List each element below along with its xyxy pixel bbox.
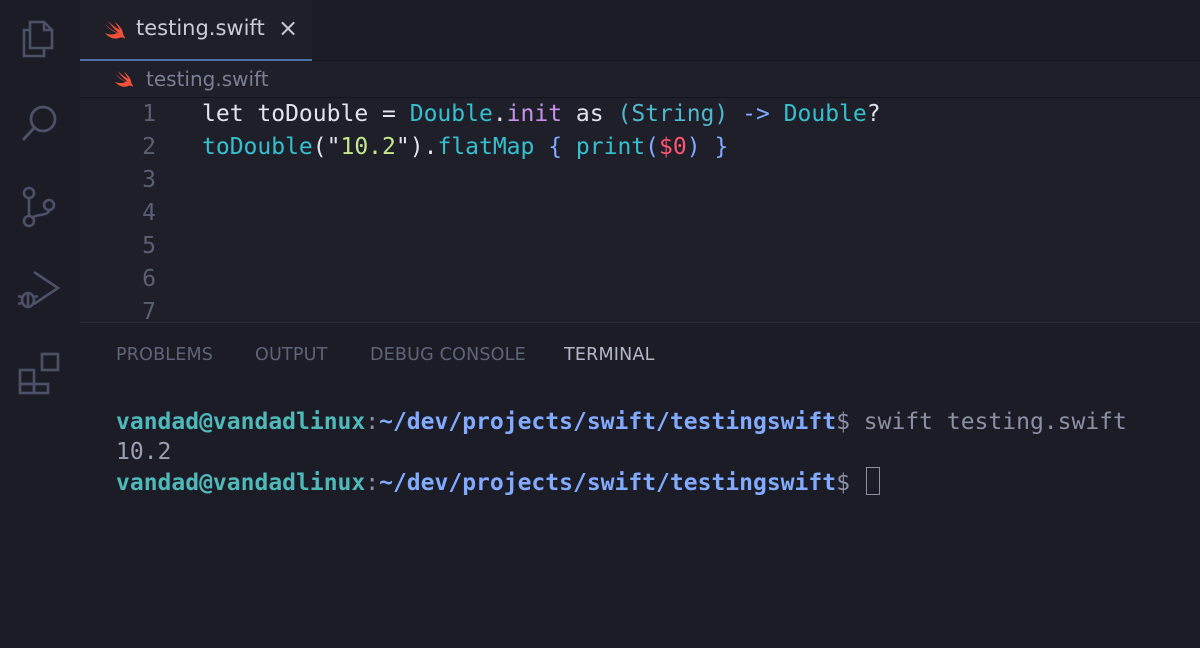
line-code: toDouble("10.2").flatMap { print($0) }	[202, 131, 728, 164]
code-line[interactable]: 4	[80, 197, 1200, 230]
code-token: }	[700, 134, 729, 160]
code-token: Double	[783, 101, 867, 127]
code-token: let	[202, 101, 258, 127]
code-token: )	[714, 101, 729, 127]
line-number: 1	[142, 101, 156, 127]
line-number: 5	[142, 233, 156, 259]
code-token: Double	[409, 101, 493, 127]
code-token: print	[575, 134, 646, 160]
code-token: ")	[395, 134, 424, 160]
code-token: ("	[312, 134, 341, 160]
breadcrumb-file[interactable]: testing.swift	[146, 67, 269, 91]
terminal-prompt-separator: :	[365, 409, 380, 435]
terminal-line: vandad@vandadlinux:~/dev/projects/swift/…	[116, 407, 1127, 437]
breadcrumb: testing.swift	[80, 61, 1200, 98]
code-token: .	[492, 101, 507, 127]
tab-terminal[interactable]: TERMINAL	[564, 345, 655, 365]
code-token: =	[368, 101, 410, 127]
terminal-prompt-symbol: $	[836, 409, 850, 435]
editor-tab-bar: testing.swift ×	[80, 0, 1200, 61]
line-number: 6	[142, 266, 156, 292]
code-token: as	[562, 101, 618, 127]
code-line[interactable]: 6	[80, 263, 1200, 296]
terminal-prompt-path: ~/dev/projects/swift/testingswift	[379, 470, 837, 496]
run-debug-icon[interactable]	[16, 266, 62, 312]
code-token: 10.2	[340, 134, 396, 160]
code-token: .	[423, 134, 438, 160]
tab-output[interactable]: OUTPUT	[255, 345, 328, 365]
source-control-icon[interactable]	[16, 184, 62, 230]
code-token: toDouble	[202, 134, 313, 160]
activity-bar	[0, 0, 80, 647]
code-editor[interactable]: 1 let toDouble = Double.init as (String) …	[80, 98, 1200, 322]
close-icon[interactable]: ×	[276, 16, 300, 40]
code-token: ->	[728, 101, 784, 127]
extensions-icon[interactable]	[16, 350, 62, 396]
code-line[interactable]: 5	[80, 230, 1200, 263]
code-token: toDouble	[257, 101, 369, 127]
code-token: {	[534, 134, 576, 160]
code-token: (	[645, 134, 660, 160]
line-number: 3	[142, 167, 156, 193]
code-token: (	[617, 101, 632, 127]
code-token: $0	[659, 134, 687, 160]
terminal-cursor	[865, 467, 880, 495]
terminal-prompt-path: ~/dev/projects/swift/testingswift	[379, 409, 837, 435]
code-token: ?	[866, 101, 881, 127]
terminal-prompt-separator: :	[365, 470, 380, 496]
line-number: 4	[142, 200, 156, 226]
tab-problems[interactable]: PROBLEMS	[116, 345, 213, 365]
tab-testing-swift[interactable]: testing.swift ×	[80, 0, 312, 61]
code-line[interactable]: 1 let toDouble = Double.init as (String) …	[80, 98, 1200, 131]
files-icon[interactable]	[16, 16, 62, 62]
code-line[interactable]: 3	[80, 164, 1200, 197]
swift-icon	[115, 70, 133, 88]
code-token: String	[631, 101, 715, 127]
terminal-prompt-user: vandad@vandadlinux	[116, 470, 366, 496]
bottom-panel: PROBLEMS OUTPUT DEBUG CONSOLE TERMINAL v…	[80, 322, 1200, 648]
code-token: )	[686, 134, 701, 160]
terminal-prompt-symbol: $	[836, 470, 850, 496]
terminal-output: 10.2	[116, 439, 172, 465]
tab-label: testing.swift	[136, 16, 265, 40]
line-number: 2	[142, 134, 156, 160]
code-token: flatMap	[437, 134, 535, 160]
line-code: let toDouble = Double.init as (String) -…	[202, 98, 881, 131]
swift-icon	[105, 21, 125, 39]
line-number: 7	[142, 299, 156, 322]
terminal-command: swift testing.swift	[849, 409, 1127, 435]
search-icon[interactable]	[16, 100, 62, 146]
code-line[interactable]: 2 toDouble("10.2").flatMap { print($0) }	[80, 131, 1200, 164]
terminal-line[interactable]: vandad@vandadlinux:~/dev/projects/swift/…	[116, 467, 880, 497]
code-token: init	[506, 101, 563, 127]
terminal-prompt-user: vandad@vandadlinux	[116, 409, 366, 435]
code-line[interactable]: 7	[80, 296, 1200, 322]
tab-debug-console[interactable]: DEBUG CONSOLE	[370, 345, 526, 365]
editor-area: testing.swift × testing.swift 1 let toDou…	[80, 0, 1200, 322]
